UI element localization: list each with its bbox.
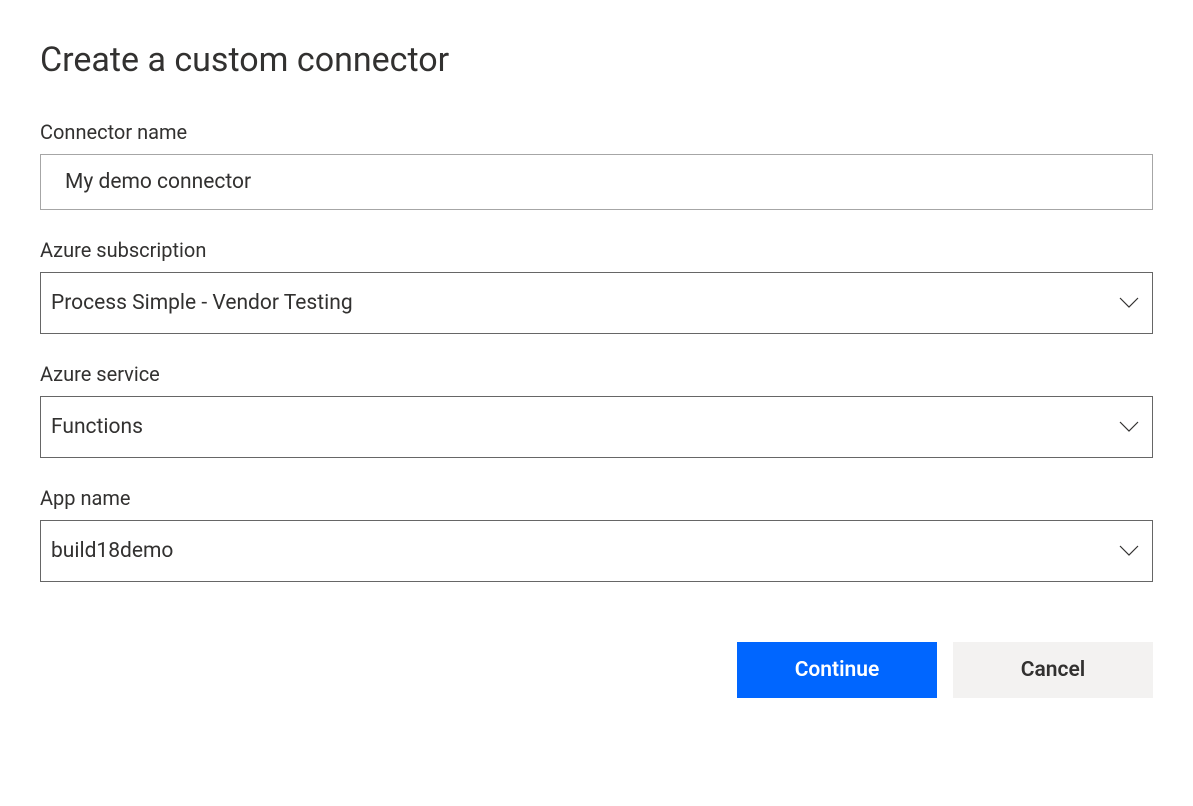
azure-subscription-value: Process Simple - Vendor Testing bbox=[51, 291, 353, 315]
app-name-select[interactable]: build18demo bbox=[40, 520, 1153, 582]
azure-subscription-field: Azure subscription Process Simple - Vend… bbox=[40, 238, 1153, 334]
connector-name-input[interactable] bbox=[40, 154, 1153, 210]
azure-service-label: Azure service bbox=[40, 362, 1153, 386]
page-title: Create a custom connector bbox=[40, 40, 1153, 80]
azure-service-value: Functions bbox=[51, 415, 143, 439]
connector-name-label: Connector name bbox=[40, 120, 1153, 144]
app-name-label: App name bbox=[40, 486, 1153, 510]
azure-service-select[interactable]: Functions bbox=[40, 396, 1153, 458]
button-row: Continue Cancel bbox=[40, 642, 1153, 698]
azure-service-field: Azure service Functions bbox=[40, 362, 1153, 458]
continue-button[interactable]: Continue bbox=[737, 642, 937, 698]
azure-subscription-select[interactable]: Process Simple - Vendor Testing bbox=[40, 272, 1153, 334]
app-name-value: build18demo bbox=[51, 539, 173, 563]
connector-name-field: Connector name bbox=[40, 120, 1153, 210]
app-name-field: App name build18demo bbox=[40, 486, 1153, 582]
cancel-button[interactable]: Cancel bbox=[953, 642, 1153, 698]
azure-subscription-label: Azure subscription bbox=[40, 238, 1153, 262]
